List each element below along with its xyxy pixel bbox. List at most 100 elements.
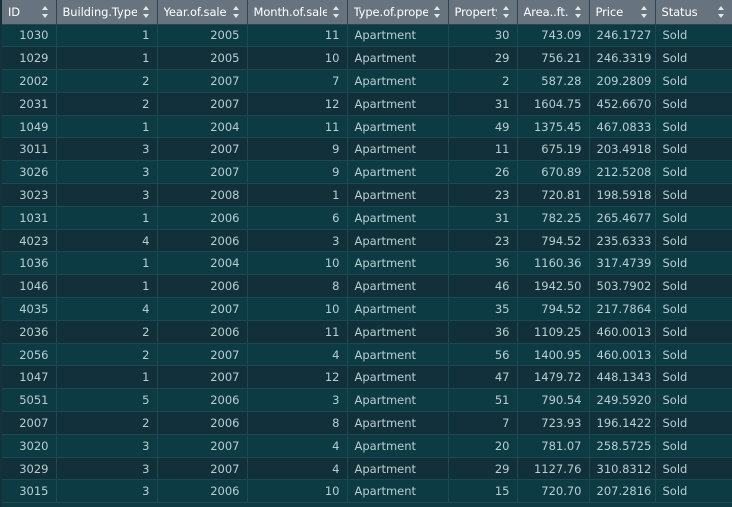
cell-btype[interactable]: 1 [56,24,158,48]
cell-id[interactable]: 4023 [2,229,57,253]
sort-updown-icon[interactable] [433,5,442,19]
cell-status[interactable]: Sold [655,92,732,116]
cell-year[interactable]: 2007 [157,434,248,458]
cell-btype[interactable]: 2 [56,343,158,367]
cell-btype[interactable]: 2 [56,69,158,93]
cell-ptype[interactable]: Apartment [347,24,449,48]
cell-prop[interactable]: 47 [448,365,518,390]
cell-price[interactable]: 203.4918 [589,137,656,162]
cell-area[interactable]: 1127.76 [517,457,590,481]
cell-month[interactable]: 11 [247,320,348,344]
cell-area[interactable]: 781.07 [517,434,590,458]
cell-month[interactable]: 10 [247,479,348,504]
cell-btype[interactable]: 2 [56,320,158,344]
cell-ptype[interactable]: Apartment [347,69,449,93]
cell-area[interactable]: 1109.25 [517,320,590,344]
cell-year[interactable]: 2007 [157,160,248,185]
cell-year[interactable]: 2006 [157,479,248,504]
column-header-status[interactable]: Status [655,0,732,25]
cell-prop[interactable]: 46 [448,274,518,299]
cell-year[interactable]: 2008 [157,183,248,207]
cell-status[interactable]: Sold [655,206,732,230]
cell-status[interactable]: Sold [655,434,732,458]
cell-prop[interactable]: 36 [448,320,518,344]
cell-status[interactable]: Sold [655,229,732,253]
cell-area[interactable]: 670.89 [517,160,590,185]
cell-status[interactable]: Sold [655,411,732,435]
cell-year[interactable]: 2006 [157,206,248,230]
cell-btype[interactable]: 3 [56,160,158,185]
table-row[interactable]: 1047 1 2007 12 Apartment 47 1479.72 448.1343 Sol… [2,365,732,390]
cell-btype[interactable]: 1 [56,251,158,276]
column-header-ptype[interactable]: Type.of.property [347,0,449,25]
column-header-prop[interactable]: Property.. [448,0,518,25]
cell-year[interactable]: 2004 [157,115,248,139]
cell-status[interactable]: Sold [655,297,732,321]
cell-ptype[interactable]: Apartment [347,251,449,276]
table-row[interactable]: 1030 1 2005 11 Apartment 30 743.09 246.1727 Sold [2,24,732,48]
cell-price[interactable]: 460.0013 [589,343,656,367]
cell-year[interactable]: 2007 [157,343,248,367]
cell-area[interactable]: 1400.95 [517,343,590,367]
cell-year[interactable]: 2006 [157,320,248,344]
cell-month[interactable]: 7 [247,69,348,93]
cell-price[interactable]: 460.0013 [589,320,656,344]
cell-prop[interactable]: 23 [448,229,518,253]
cell-btype[interactable]: 3 [56,457,158,481]
cell-id[interactable]: 1029 [2,46,57,71]
cell-month[interactable]: 12 [247,365,348,390]
cell-area[interactable]: 1942.50 [517,274,590,299]
cell-id[interactable]: 3026 [2,160,57,185]
cell-prop[interactable]: 20 [448,434,518,458]
cell-ptype[interactable]: Apartment [347,137,449,162]
cell-price[interactable]: 317.4739 [589,251,656,276]
cell-status[interactable]: Sold [655,274,732,299]
cell-month[interactable]: 9 [247,137,348,162]
cell-area[interactable]: 790.54 [517,388,590,413]
cell-status[interactable]: Sold [655,137,732,162]
cell-ptype[interactable]: Apartment [347,206,449,230]
cell-area[interactable]: 587.28 [517,69,590,93]
cell-price[interactable]: 209.2809 [589,69,656,93]
cell-btype[interactable]: 4 [56,229,158,253]
cell-prop[interactable]: 29 [448,457,518,481]
table-row[interactable]: 4035 4 2007 10 Apartment 35 794.52 217.7864 Sold [2,297,732,321]
cell-id[interactable]: 2007 [2,411,57,435]
sort-updown-icon[interactable] [574,5,583,19]
cell-price[interactable]: 212.5208 [589,160,656,185]
cell-id[interactable]: 1036 [2,251,57,276]
cell-prop[interactable]: 26 [448,160,518,185]
cell-area[interactable]: 756.21 [517,46,590,71]
cell-btype[interactable]: 3 [56,183,158,207]
table-row[interactable]: 1049 1 2004 11 Apartment 49 1375.45 467.0833 Sol… [2,115,732,139]
table-row[interactable]: 4023 4 2006 3 Apartment 23 794.52 235.6333 Sold [2,229,732,253]
cell-ptype[interactable]: Apartment [347,46,449,71]
cell-price[interactable]: 265.4677 [589,206,656,230]
cell-year[interactable]: 2007 [157,457,248,481]
cell-prop[interactable]: 30 [448,24,518,48]
cell-ptype[interactable]: Apartment [347,274,449,299]
cell-month[interactable]: 8 [247,274,348,299]
cell-status[interactable]: Sold [655,388,732,413]
cell-ptype[interactable]: Apartment [347,388,449,413]
cell-month[interactable]: 4 [247,434,348,458]
cell-month[interactable]: 9 [247,160,348,185]
cell-year[interactable]: 2006 [157,411,248,435]
cell-price[interactable]: 198.5918 [589,183,656,207]
cell-status[interactable]: Sold [655,183,732,207]
cell-btype[interactable]: 3 [56,137,158,162]
cell-year[interactable]: 2005 [157,46,248,71]
cell-id[interactable]: 3020 [2,434,57,458]
cell-prop[interactable]: 7 [448,411,518,435]
cell-id[interactable]: 1030 [2,24,57,48]
cell-status[interactable]: Sold [655,479,732,504]
cell-month[interactable]: 11 [247,24,348,48]
cell-ptype[interactable]: Apartment [347,297,449,321]
cell-month[interactable]: 3 [247,388,348,413]
cell-prop[interactable]: 15 [448,479,518,504]
cell-ptype[interactable]: Apartment [347,92,449,116]
sort-updown-icon[interactable] [232,5,241,19]
column-header-year[interactable]: Year.of.sale [157,0,248,25]
cell-status[interactable]: Sold [655,365,732,390]
cell-btype[interactable]: 1 [56,206,158,230]
